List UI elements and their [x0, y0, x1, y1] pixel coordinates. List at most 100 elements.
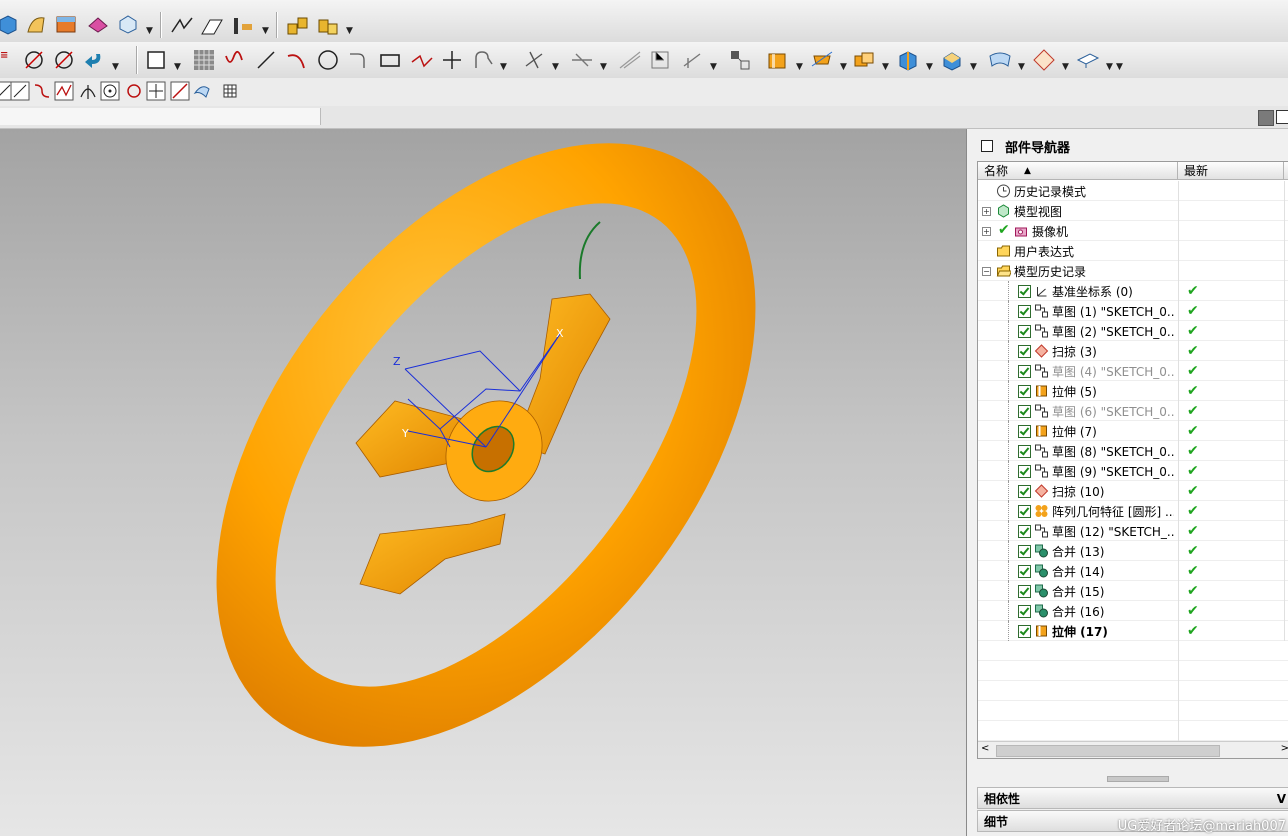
tree-node[interactable]: − 模型历史记录	[978, 261, 1288, 281]
suppress-checkbox[interactable]	[1018, 425, 1031, 438]
undo-arrow-icon[interactable]	[82, 48, 106, 72]
dropdown-arrow-icon[interactable]: ▼	[796, 62, 803, 72]
tree-node[interactable]: 草图 (4) "SKETCH_0... ✔	[978, 361, 1288, 381]
suppress-checkbox[interactable]	[1018, 305, 1031, 318]
endpoint-snap-icon[interactable]	[10, 81, 30, 101]
expand-icon[interactable]: +	[982, 207, 991, 216]
line-icon[interactable]	[254, 48, 278, 72]
curve-tool-icon[interactable]	[170, 14, 194, 38]
tree-node[interactable]: 扫掠 (3) ✔	[978, 341, 1288, 361]
fillet-icon[interactable]	[346, 48, 370, 72]
dropdown-arrow-icon[interactable]: ▼	[346, 26, 353, 36]
tree-node[interactable]: 草图 (1) "SKETCH_0... ✔	[978, 301, 1288, 321]
dropdown-arrow-icon[interactable]: ▼	[1116, 62, 1123, 72]
polyline-icon[interactable]	[410, 48, 434, 72]
tree-node[interactable]: 合并 (15) ✔	[978, 581, 1288, 601]
offset-face-icon[interactable]	[1076, 48, 1100, 72]
visible-check-icon[interactable]: ✔	[998, 222, 1010, 238]
intersection-icon[interactable]	[78, 81, 98, 101]
dropdown-arrow-icon[interactable]: ▼	[552, 62, 559, 72]
dropdown-arrow-icon[interactable]: ▼	[600, 62, 607, 72]
no-constraint-icon[interactable]	[52, 48, 76, 72]
suppress-checkbox[interactable]	[1018, 285, 1031, 298]
tree-node[interactable]: 合并 (16) ✔	[978, 601, 1288, 621]
dropdown-arrow-icon[interactable]: ▼	[926, 62, 933, 72]
insert-tool-icon[interactable]	[232, 14, 256, 38]
scroll-right-icon[interactable]: >	[1281, 743, 1288, 754]
scroll-left-icon[interactable]: <	[981, 743, 989, 754]
view-orientation-icon[interactable]	[116, 12, 140, 36]
splitter-handle[interactable]	[1107, 776, 1169, 782]
surface-mesh-icon[interactable]	[988, 48, 1012, 72]
revolve-icon[interactable]	[810, 48, 834, 72]
column-header-name[interactable]: 名称 ▲	[978, 162, 1178, 180]
horizontal-scrollbar[interactable]: < >	[978, 741, 1288, 758]
rectangle-icon[interactable]	[378, 48, 402, 72]
offset-curve-icon[interactable]	[470, 48, 494, 72]
dropdown-arrow-icon[interactable]: ▼	[970, 62, 977, 72]
expand-chevron-icon[interactable]: V	[1277, 788, 1286, 810]
control-point-icon[interactable]	[54, 81, 74, 101]
circle-icon[interactable]	[316, 48, 340, 72]
suppress-checkbox[interactable]	[1018, 325, 1031, 338]
dropdown-arrow-icon[interactable]: ▼	[1062, 62, 1069, 72]
dropdown-arrow-icon[interactable]: ▼	[174, 62, 181, 72]
scrollbar-thumb[interactable]	[996, 745, 1220, 757]
box-feature-icon[interactable]	[0, 12, 20, 36]
suppress-checkbox[interactable]	[1018, 585, 1031, 598]
tree-node[interactable]: 草图 (12) "SKETCH_... ✔	[978, 521, 1288, 541]
tree-node[interactable]: + 模型视图	[978, 201, 1288, 221]
dependencies-section[interactable]: 相依性 V	[977, 787, 1288, 809]
tree-node[interactable]: 基准坐标系 (0) ✔	[978, 281, 1288, 301]
suppress-checkbox[interactable]	[1018, 405, 1031, 418]
component-icon[interactable]	[316, 14, 340, 38]
tree-node[interactable]: 草图 (6) "SKETCH_0... ✔	[978, 401, 1288, 421]
edge-blend-icon[interactable]	[896, 48, 920, 72]
suppress-checkbox[interactable]	[1018, 605, 1031, 618]
dropdown-arrow-icon[interactable]: ▼	[1018, 62, 1025, 72]
suppress-checkbox[interactable]	[1018, 445, 1031, 458]
constraint-icon[interactable]	[648, 48, 672, 72]
point-on-surface-icon[interactable]	[192, 81, 212, 101]
unite-icon[interactable]	[852, 48, 876, 72]
dropdown-arrow-icon[interactable]: ▼	[262, 26, 269, 36]
dropdown-arrow-icon[interactable]: ▼	[882, 62, 889, 72]
assembly-icon[interactable]	[286, 14, 310, 38]
dropdown-arrow-icon[interactable]: ▼	[146, 26, 153, 36]
suppress-checkbox[interactable]	[1018, 505, 1031, 518]
suppress-checkbox[interactable]	[1018, 485, 1031, 498]
arc-center-icon[interactable]	[100, 81, 120, 101]
dropdown-arrow-icon[interactable]: ▼	[500, 62, 507, 72]
mirror-curve-icon[interactable]	[570, 48, 594, 72]
collapse-icon[interactable]: −	[982, 267, 991, 276]
grid-snap-icon[interactable]	[192, 48, 216, 72]
sheet-icon[interactable]	[24, 12, 48, 36]
show-constraints-icon[interactable]	[728, 48, 752, 72]
steering-wheel-model[interactable]: Z X Y	[0, 129, 966, 836]
suppress-checkbox[interactable]	[1018, 565, 1031, 578]
view-layout-icon[interactable]	[1258, 110, 1274, 126]
surface-tool-icon[interactable]	[200, 14, 224, 38]
tree-node[interactable]: 阵列几何特征 [圆形] ... ✔	[978, 501, 1288, 521]
tree-node[interactable]: 拉伸 (17) ✔	[978, 621, 1288, 641]
quadrant-icon[interactable]	[124, 81, 144, 101]
selection-bar-field[interactable]	[0, 108, 321, 125]
column-header-dependency[interactable]: 附	[1284, 162, 1288, 180]
suppress-checkbox[interactable]	[1018, 625, 1031, 638]
profile-icon[interactable]	[222, 48, 246, 72]
part-navigator-tree[interactable]: 名称 ▲ 最新 附 历史记录模式 + 模型视图 + ✔ 摄像机用户表达式 − 模型历史记录基准…	[977, 161, 1288, 759]
suppress-checkbox[interactable]	[1018, 365, 1031, 378]
curve-snap-icon[interactable]	[32, 81, 52, 101]
chamfer-icon[interactable]	[940, 48, 964, 72]
point-on-curve-icon[interactable]	[170, 81, 190, 101]
point-icon[interactable]	[440, 48, 464, 72]
dropdown-arrow-icon[interactable]: ▼	[840, 62, 847, 72]
suppress-checkbox[interactable]	[1018, 345, 1031, 358]
dropdown-arrow-icon[interactable]: ▼	[1106, 62, 1113, 72]
expression-icon[interactable]: ≡	[0, 50, 8, 61]
expand-icon[interactable]: +	[982, 227, 991, 236]
existing-point-icon[interactable]	[146, 81, 166, 101]
window-restore-icon[interactable]	[981, 140, 993, 152]
suppress-checkbox[interactable]	[1018, 465, 1031, 478]
arc-icon[interactable]	[284, 48, 308, 72]
